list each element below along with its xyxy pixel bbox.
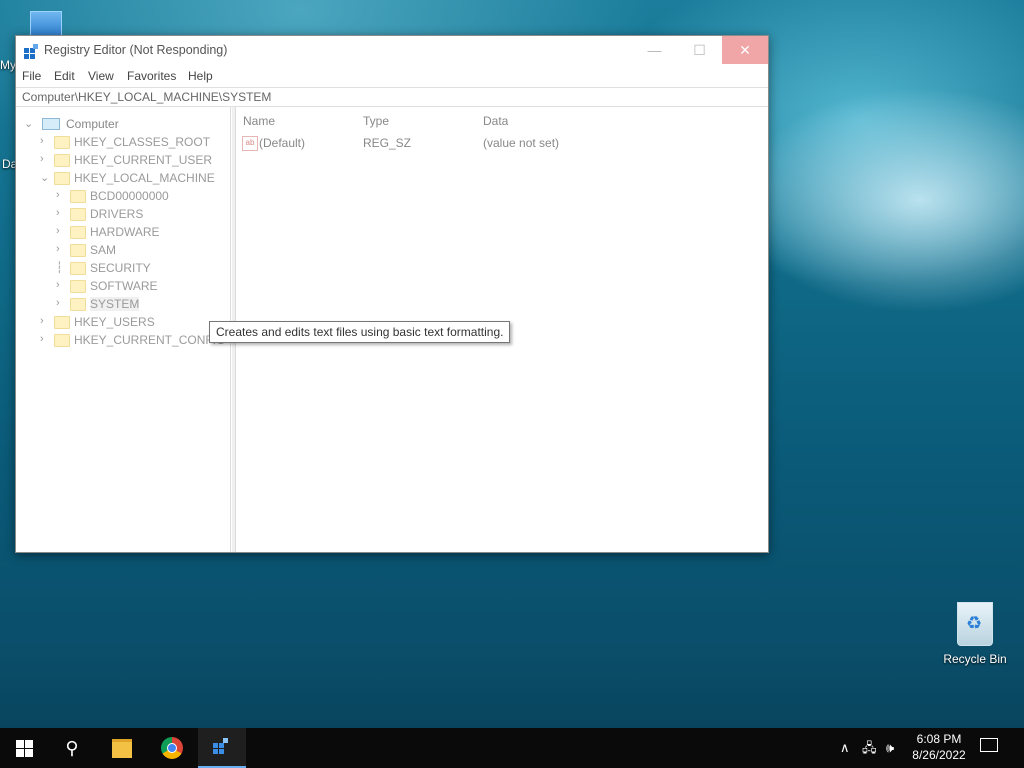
tree-node-security[interactable]: ┆ SECURITY [56,259,216,277]
key-tree-pane: ⌄ Computer › HKEY_CLASSES_ROOT › HKEY_CU… [16,107,231,552]
tree-node-hkey-current-user[interactable]: › HKEY_CURRENT_USER [40,151,220,169]
menu-file[interactable]: File [22,69,41,83]
tree-node-label: DRIVERS [90,207,144,221]
search-button[interactable]: ⚲ [48,728,96,768]
clock-date: 8/26/2022 [912,748,966,762]
clock-time: 6:08 PM [916,732,962,746]
chevron-right-icon[interactable]: › [40,315,50,327]
this-pc-icon[interactable] [30,11,62,37]
recycle-bin-icon [957,602,993,646]
tree-node-label: HKEY_CLASSES_ROOT [74,135,211,149]
value-data: (value not set) [483,136,560,150]
tree-node-system[interactable]: › SYSTEM [56,295,216,313]
regedit-app-icon [24,44,38,59]
folder-icon [70,208,86,221]
tree-node-label: SECURITY [90,261,151,275]
menu-edit[interactable]: Edit [54,69,75,83]
search-icon: ⚲ [65,738,79,758]
tree-node-label: SAM [90,243,117,257]
clock[interactable]: 6:08 PM 8/26/2022 [905,731,973,763]
tree-node-hkey-classes-root[interactable]: › HKEY_CLASSES_ROOT [40,133,220,151]
tree-node-label: SOFTWARE [90,279,158,293]
column-header-name[interactable]: Name [243,114,275,128]
minimize-button[interactable]: — [632,36,677,64]
tree-node-label: HARDWARE [90,225,160,239]
taskbar: ⚲ ∧ 🖧 🕪 6:08 PM 8/26/2022 [0,728,1024,768]
chevron-down-icon[interactable]: ⌄ [24,117,34,130]
window-title: Registry Editor (Not Responding) [44,43,228,57]
tree-node-label: Computer [66,117,119,131]
tree-node-label: SYSTEM [90,297,140,311]
address-bar[interactable]: Computer\HKEY_LOCAL_MACHINE\SYSTEM [16,87,768,107]
tree-node-label: HKEY_CURRENT_USER [74,153,213,167]
folder-icon [54,334,70,347]
chevron-right-icon[interactable]: › [56,297,66,309]
file-explorer-button[interactable] [98,728,146,768]
regedit-taskbar-button[interactable] [198,728,246,768]
close-button[interactable]: ✕ [722,36,768,64]
tree-node-label: HKEY_LOCAL_MACHINE [74,171,215,185]
tree-node-hkey-current-config[interactable]: › HKEY_CURRENT_CONFIG [40,331,230,349]
chevron-right-icon[interactable]: › [40,135,50,147]
tree-node-hkey-users[interactable]: › HKEY_USERS [40,313,220,331]
folder-icon [54,172,70,185]
chrome-icon [161,737,183,759]
menu-help[interactable]: Help [188,69,213,83]
desktop-icon-label[interactable]: My [0,58,16,72]
tree-line: ┆ [56,262,63,274]
address-path[interactable]: Computer\HKEY_LOCAL_MACHINE\SYSTEM [22,90,271,104]
volume-icon[interactable]: 🕪 [886,728,894,768]
tree-node-sam[interactable]: › SAM [56,241,216,259]
menu-favorites[interactable]: Favorites [127,69,176,83]
folder-icon [70,226,86,239]
chevron-right-icon[interactable]: › [56,243,66,255]
registry-editor-window: Registry Editor (Not Responding) — ☐ ✕ F… [15,35,769,553]
chevron-right-icon[interactable]: › [40,333,50,345]
folder-icon [70,298,86,311]
chevron-right-icon[interactable]: › [56,189,66,201]
tree-node-bcd[interactable]: › BCD00000000 [56,187,216,205]
folder-icon [70,280,86,293]
folder-icon [112,739,132,758]
folder-icon [54,136,70,149]
maximize-button[interactable]: ☐ [677,36,722,64]
tree-node-software[interactable]: › SOFTWARE [56,277,216,295]
chevron-right-icon[interactable]: › [56,225,66,237]
menu-bar: File Edit View Favorites Help [16,66,768,86]
recycle-bin-shortcut[interactable]: Recycle Bin [940,602,1010,666]
tree-node-label: HKEY_CURRENT_CONFIG [74,333,226,347]
chevron-down-icon[interactable]: ⌄ [40,171,50,184]
start-button[interactable] [0,728,48,768]
folder-icon [54,154,70,167]
tree-node-label: BCD00000000 [90,189,169,203]
recycle-bin-label: Recycle Bin [943,652,1007,666]
chevron-right-icon[interactable]: › [56,207,66,219]
show-hidden-icons-chevron[interactable]: ∧ [840,728,850,768]
value-type: REG_SZ [363,136,412,150]
network-icon[interactable]: 🖧 [862,728,877,768]
tree-node-label: HKEY_USERS [74,315,155,329]
tree-node-hkey-local-machine[interactable]: ⌄ HKEY_LOCAL_MACHINE [40,169,220,187]
tree-node-hardware[interactable]: › HARDWARE [56,223,216,241]
folder-icon [54,316,70,329]
folder-icon [70,190,86,203]
computer-icon [42,118,60,130]
tree-node-drivers[interactable]: › DRIVERS [56,205,216,223]
folder-icon [70,244,86,257]
title-bar[interactable]: Registry Editor (Not Responding) — ☐ ✕ [16,36,768,66]
chevron-right-icon[interactable]: › [56,279,66,291]
menu-view[interactable]: View [88,69,114,83]
string-value-icon: ab [242,136,258,151]
column-header-data[interactable]: Data [483,114,508,128]
chevron-right-icon[interactable]: › [40,153,50,165]
value-name: (Default) [259,136,306,150]
folder-icon [70,262,86,275]
column-header-type[interactable]: Type [363,114,389,128]
action-center-icon[interactable] [980,738,998,752]
chrome-button[interactable] [148,728,196,768]
tooltip: Creates and edits text files using basic… [209,321,511,343]
